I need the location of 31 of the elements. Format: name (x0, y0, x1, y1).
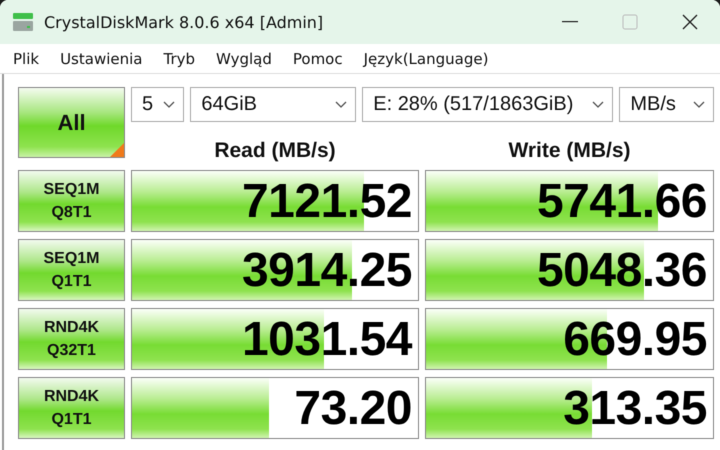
menu-item[interactable]: Ustawienia (60, 50, 142, 68)
maximize-icon (622, 14, 638, 30)
write-header: Write (MB/s) (507, 139, 632, 163)
test-button[interactable]: SEQ1M Q8T1 (18, 170, 125, 232)
menu-item[interactable]: Plik (13, 50, 40, 68)
result-value: 1031.54 (242, 312, 412, 366)
count-dropdown[interactable]: 5 (131, 87, 184, 122)
all-button[interactable]: All (18, 87, 125, 158)
chevron-down-icon (592, 100, 604, 108)
unit-dropdown[interactable]: MB/s (619, 87, 714, 122)
chevron-down-icon (163, 100, 176, 108)
chevron-down-icon (335, 100, 348, 108)
menu-item[interactable]: Tryb (163, 50, 196, 68)
chevron-down-icon (693, 100, 705, 108)
result-value: 73.20 (294, 380, 412, 436)
size-dropdown[interactable]: 64GiB (190, 87, 356, 122)
test-button[interactable]: SEQ1M Q1T1 (18, 239, 125, 301)
test-button[interactable]: RND4K Q1T1 (18, 377, 125, 439)
minimize-icon (562, 21, 578, 23)
window-title: CrystalDiskMark 8.0.6 x64 [Admin] (44, 12, 324, 32)
close-icon (682, 14, 698, 30)
menu-item[interactable]: Pomoc (292, 50, 343, 68)
result-value: 669.95 (563, 312, 707, 366)
result-value: 313.35 (563, 380, 707, 436)
menu-item[interactable]: Język(Language) (364, 50, 488, 68)
drive-dropdown[interactable]: E: 28% (517/1863GiB) (362, 87, 614, 122)
corner-icon (110, 143, 124, 157)
test-button[interactable]: RND4K Q32T1 (18, 308, 125, 370)
app-icon (12, 11, 34, 33)
read-header: Read (MB/s) (213, 139, 337, 163)
menu-item[interactable]: Wygląd (216, 50, 272, 68)
